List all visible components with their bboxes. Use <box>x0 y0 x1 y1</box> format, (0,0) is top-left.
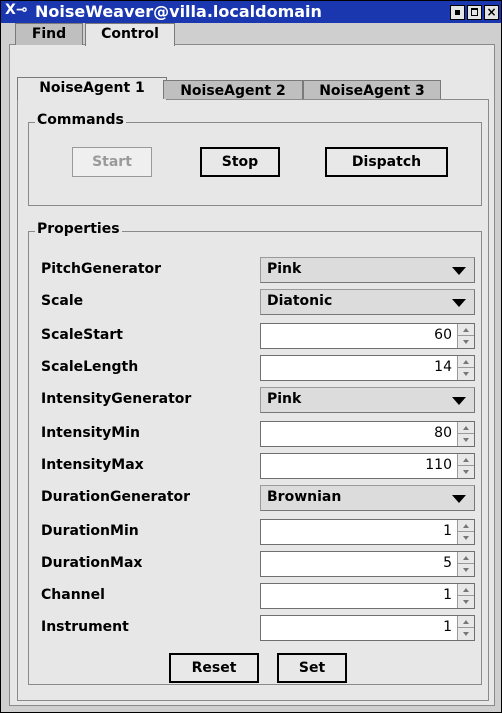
scalelength-spinner[interactable]: 14 <box>260 355 475 381</box>
spinner-up-icon[interactable] <box>458 422 474 434</box>
stop-button[interactable]: Stop <box>200 147 280 177</box>
spinner-down-icon[interactable] <box>458 596 474 608</box>
label-intensitymax: IntensityMax <box>41 457 144 473</box>
intensitymin-spinner[interactable]: 80 <box>260 421 475 447</box>
chevron-down-icon[interactable] <box>452 267 466 275</box>
spinner-up-icon[interactable] <box>458 616 474 628</box>
maximize-icon[interactable] <box>467 5 482 20</box>
tab-find[interactable]: Find <box>15 23 83 45</box>
pitchgenerator-select[interactable]: Pink <box>260 257 475 283</box>
instrument-spinner[interactable]: 1 <box>260 615 475 641</box>
intensitymax-spinner[interactable]: 110 <box>260 453 475 479</box>
label-scalelength: ScaleLength <box>41 359 139 375</box>
start-button[interactable]: Start <box>72 147 152 177</box>
durationgenerator-select[interactable]: Brownian <box>260 485 475 511</box>
spinner-down-icon[interactable] <box>458 368 474 380</box>
properties-group-title: Properties <box>35 221 122 237</box>
chevron-down-icon[interactable] <box>452 495 466 503</box>
spinner-down-icon[interactable] <box>458 564 474 576</box>
durationmin-spinner[interactable]: 1 <box>260 519 475 545</box>
scalestart-value: 60 <box>434 327 452 343</box>
window-menu-icon[interactable]: X⊸ <box>5 2 28 18</box>
spinner-up-icon[interactable] <box>458 356 474 368</box>
label-durationmax: DurationMax <box>41 555 143 571</box>
app-window: X⊸ NoiseWeaver@villa.localdomain × Find … <box>0 0 502 713</box>
spinner-down-icon[interactable] <box>458 336 474 348</box>
chevron-down-icon[interactable] <box>452 397 466 405</box>
minimize-icon[interactable] <box>450 5 465 20</box>
channel-value: 1 <box>443 587 452 603</box>
label-channel: Channel <box>41 587 105 603</box>
window-title: NoiseWeaver@villa.localdomain <box>35 2 322 21</box>
label-scale: Scale <box>41 293 84 309</box>
scalelength-value: 14 <box>434 359 452 375</box>
tab-noiseagent-1[interactable]: NoiseAgent 1 <box>17 77 167 100</box>
label-durationgenerator: DurationGenerator <box>41 489 191 505</box>
spinner-down-icon[interactable] <box>458 532 474 544</box>
pitchgenerator-value: Pink <box>267 261 302 277</box>
set-button[interactable]: Set <box>277 653 347 683</box>
commands-group-title: Commands <box>35 112 126 128</box>
channel-spinner[interactable]: 1 <box>260 583 475 609</box>
scale-select[interactable]: Diatonic <box>260 289 475 315</box>
spinner-up-icon[interactable] <box>458 520 474 532</box>
intensitygenerator-value: Pink <box>267 391 302 407</box>
tab-noiseagent-3[interactable]: NoiseAgent 3 <box>303 80 441 99</box>
spinner-up-icon[interactable] <box>458 324 474 336</box>
title-bar[interactable]: X⊸ NoiseWeaver@villa.localdomain × <box>1 1 501 23</box>
label-instrument: Instrument <box>41 619 129 635</box>
label-durationmin: DurationMin <box>41 523 139 539</box>
label-scalestart: ScaleStart <box>41 327 123 343</box>
durationmin-value: 1 <box>443 523 452 539</box>
label-pitchgenerator: PitchGenerator <box>41 261 162 277</box>
scale-value: Diatonic <box>267 293 333 309</box>
spinner-up-icon[interactable] <box>458 552 474 564</box>
spinner-up-icon[interactable] <box>458 454 474 466</box>
commands-group: Commands Start Stop Dispatch <box>28 112 482 206</box>
durationgenerator-value: Brownian <box>267 489 342 505</box>
tab-noiseagent-2[interactable]: NoiseAgent 2 <box>163 80 303 99</box>
tab-control[interactable]: Control <box>85 23 175 46</box>
label-intensitymin: IntensityMin <box>41 425 140 441</box>
close-icon[interactable]: × <box>484 5 499 20</box>
durationmax-spinner[interactable]: 5 <box>260 551 475 577</box>
chevron-down-icon[interactable] <box>452 299 466 307</box>
scalestart-spinner[interactable]: 60 <box>260 323 475 349</box>
spinner-down-icon[interactable] <box>458 466 474 478</box>
intensitymax-value: 110 <box>425 457 452 473</box>
intensitymin-value: 80 <box>434 425 452 441</box>
reset-button[interactable]: Reset <box>169 653 259 683</box>
spinner-down-icon[interactable] <box>458 628 474 640</box>
durationmax-value: 5 <box>443 555 452 571</box>
spinner-down-icon[interactable] <box>458 434 474 446</box>
intensitygenerator-select[interactable]: Pink <box>260 387 475 413</box>
spinner-up-icon[interactable] <box>458 584 474 596</box>
label-intensitygenerator: IntensityGenerator <box>41 391 192 407</box>
instrument-value: 1 <box>443 619 452 635</box>
dispatch-button[interactable]: Dispatch <box>325 147 448 177</box>
